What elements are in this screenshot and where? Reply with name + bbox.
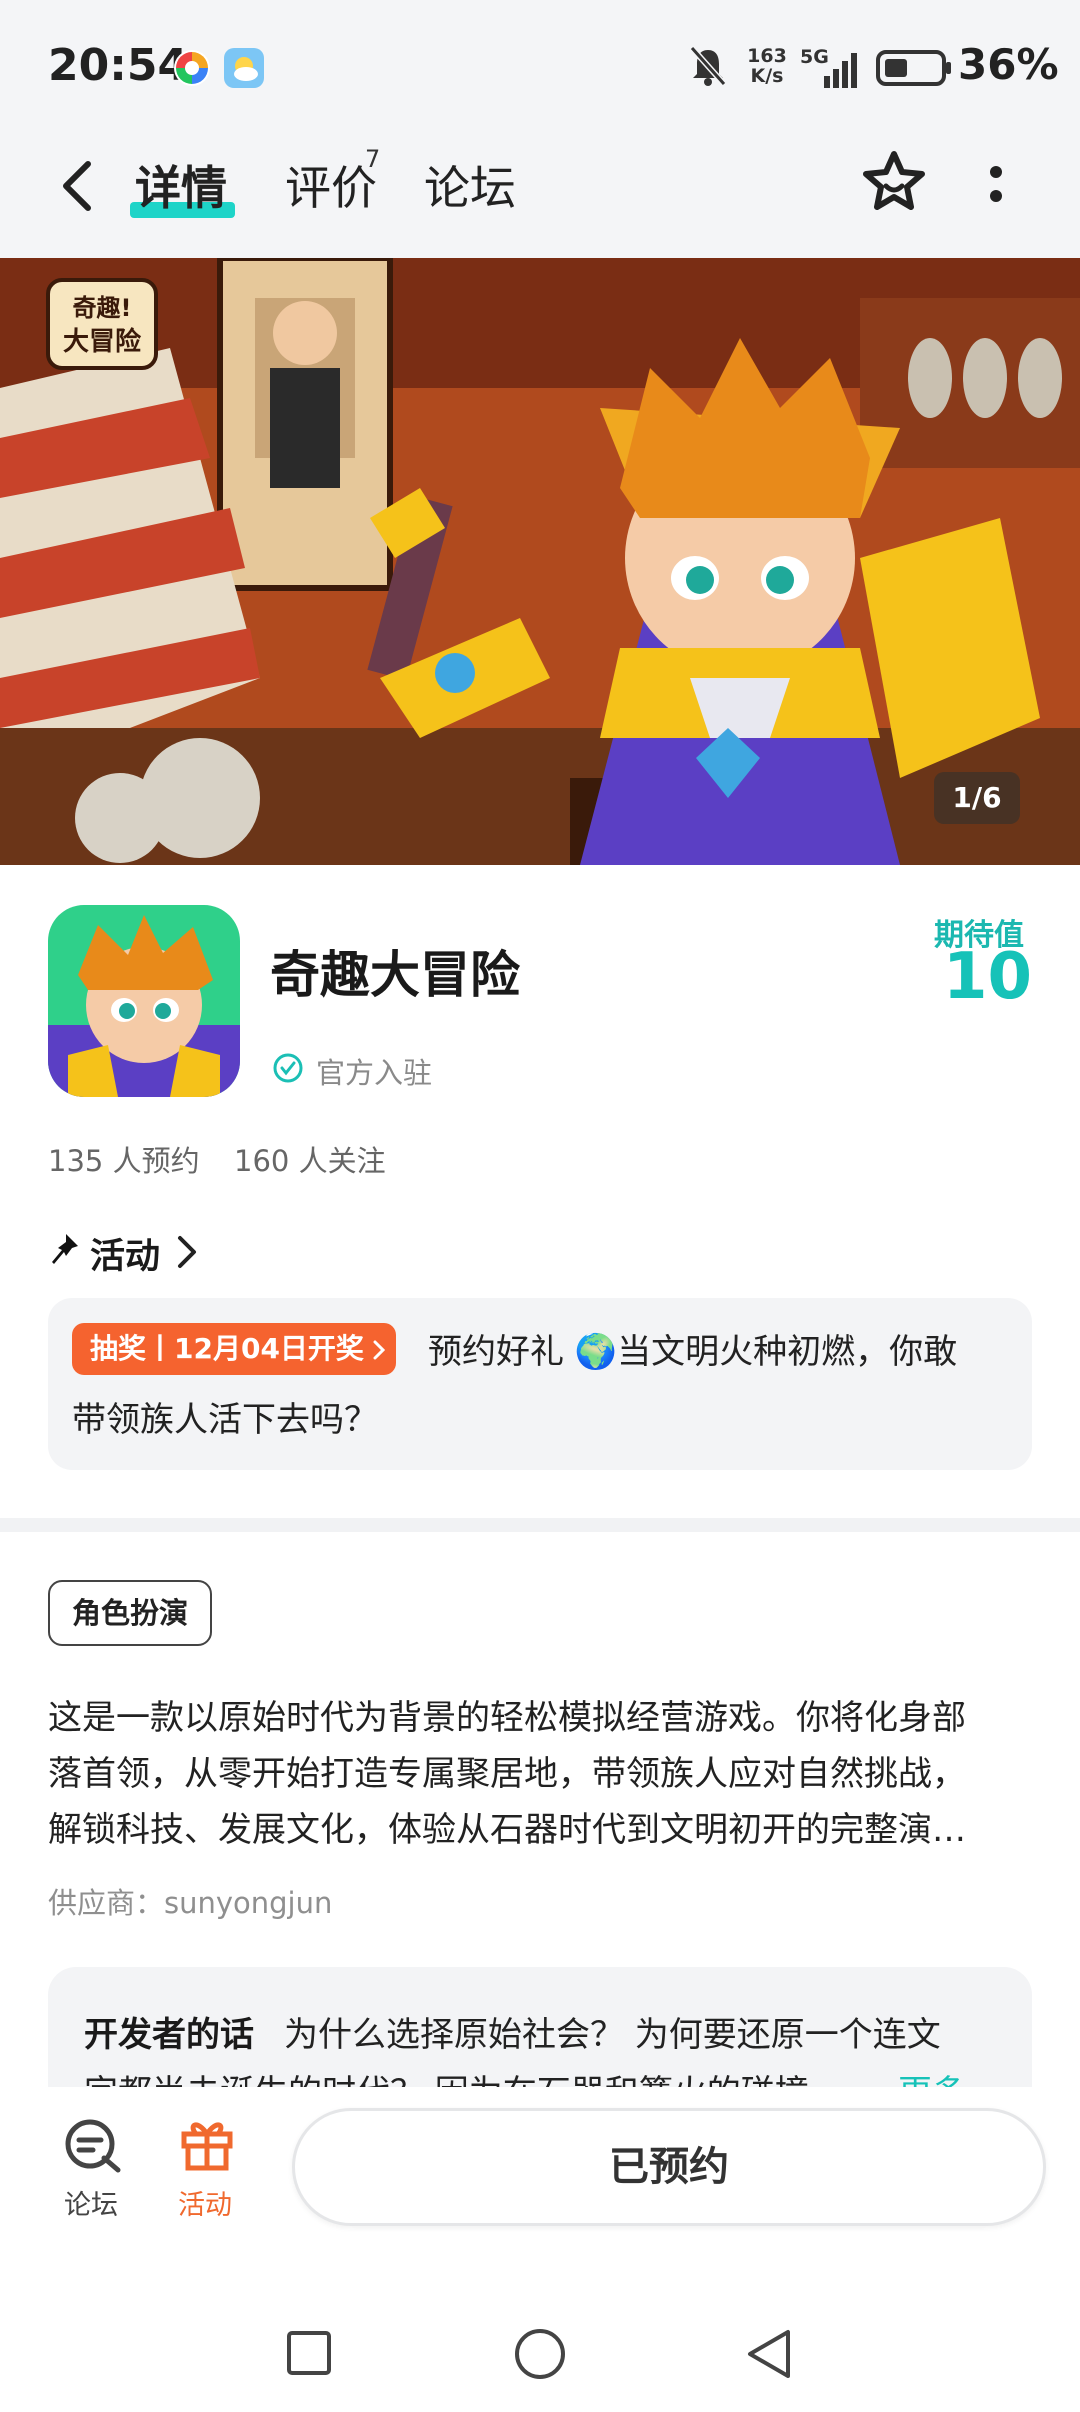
net-speed: 163 K/s	[747, 45, 787, 87]
pin-icon	[48, 1232, 80, 1272]
app-notification-icon	[172, 48, 212, 88]
developer-note-more-link[interactable]: 更多	[898, 2065, 966, 2087]
mute-icon	[688, 44, 728, 92]
banner-page-indicator: 1/6	[934, 772, 1020, 824]
tab-review[interactable]: 评价	[285, 152, 377, 218]
favorite-star-button[interactable]	[860, 148, 928, 220]
description-line3[interactable]: 解锁科技、发展文化，体验从石器时代到文明初开的完整演…	[48, 1802, 1038, 1851]
more-menu-button[interactable]	[986, 162, 1006, 210]
nav-activity-label[interactable]: 活动	[178, 2183, 232, 2222]
lottery-chevron-icon	[373, 1340, 386, 1360]
status-bar: 20:54 163 K/s 5G 36%	[0, 0, 1080, 130]
activity-text-line1: 预约好礼 🌍当文明火种初燃，你敢	[428, 1332, 958, 1372]
genre-tag[interactable]: 角色扮演	[48, 1580, 213, 1646]
activity-text-line2: 带领族人活下去吗？	[72, 1400, 378, 1440]
lottery-badge-label: 抽奖丨12月04日开奖	[90, 1332, 364, 1365]
section-divider	[0, 1518, 1080, 1532]
lottery-badge[interactable]: 抽奖丨12月04日开奖	[72, 1323, 396, 1375]
status-time: 20:54	[48, 40, 189, 91]
description-line1: 这是一款以原始时代为背景的轻松模拟经营游戏。你将化身部	[48, 1698, 966, 1738]
game-banner-image[interactable]: 奇趣! 大冒险	[0, 258, 1080, 865]
tab-detail[interactable]: 详情	[135, 152, 227, 218]
home-icon[interactable]	[514, 2328, 566, 2384]
supplier-label: 供应商：sunyongjun	[48, 1886, 333, 1920]
battery-percent: 36%	[958, 40, 1059, 89]
weather-app-icon	[224, 48, 264, 88]
gift-icon[interactable]	[178, 2114, 236, 2176]
developer-note-card[interactable]: 开发者的话 为什么选择原始社会？ 为何要还原一个连文 字都尚未诞生的时代？ 因为…	[48, 1967, 1032, 2087]
banner-logo-line2: 大冒险	[63, 326, 142, 357]
follower-count: 160 人关注	[234, 1144, 386, 1178]
app-title: 奇趣大冒险	[270, 946, 520, 1004]
verified-check-icon	[272, 1052, 304, 1088]
reserved-button[interactable]: 已预约	[292, 2108, 1046, 2226]
back-button[interactable]	[58, 160, 98, 216]
battery-icon	[876, 48, 954, 92]
signal-icon	[806, 50, 858, 94]
developer-note-text-line2: 字都尚未诞生的时代？ 因为在石器和篝火的碰撞	[84, 2065, 809, 2087]
forum-icon[interactable]	[62, 2118, 124, 2178]
back-nav-icon[interactable]	[744, 2328, 794, 2384]
developer-note-title: 开发者的话	[84, 2015, 254, 2055]
recent-apps-icon[interactable]	[286, 2330, 332, 2380]
reservation-count: 135 人预约	[48, 1144, 200, 1178]
chevron-right-icon[interactable]	[176, 1234, 198, 1274]
nav-forum-label[interactable]: 论坛	[64, 2183, 118, 2222]
app-icon	[48, 905, 240, 1097]
tab-forum[interactable]: 论坛	[424, 152, 516, 218]
banner-logo-line1: 奇趣!	[73, 294, 132, 322]
review-count-badge: 7	[365, 145, 381, 173]
official-badge-label: 官方入驻	[316, 1056, 433, 1090]
description-line2: 落首领，从零开始打造专属聚居地，带领族人应对自然挑战，	[48, 1754, 966, 1794]
developer-note-text: 为什么选择原始社会？ 为何要还原一个连文	[284, 2015, 941, 2055]
activity-section-title[interactable]: 活动	[90, 1228, 160, 1279]
expectation-value: 10	[943, 940, 1033, 1014]
